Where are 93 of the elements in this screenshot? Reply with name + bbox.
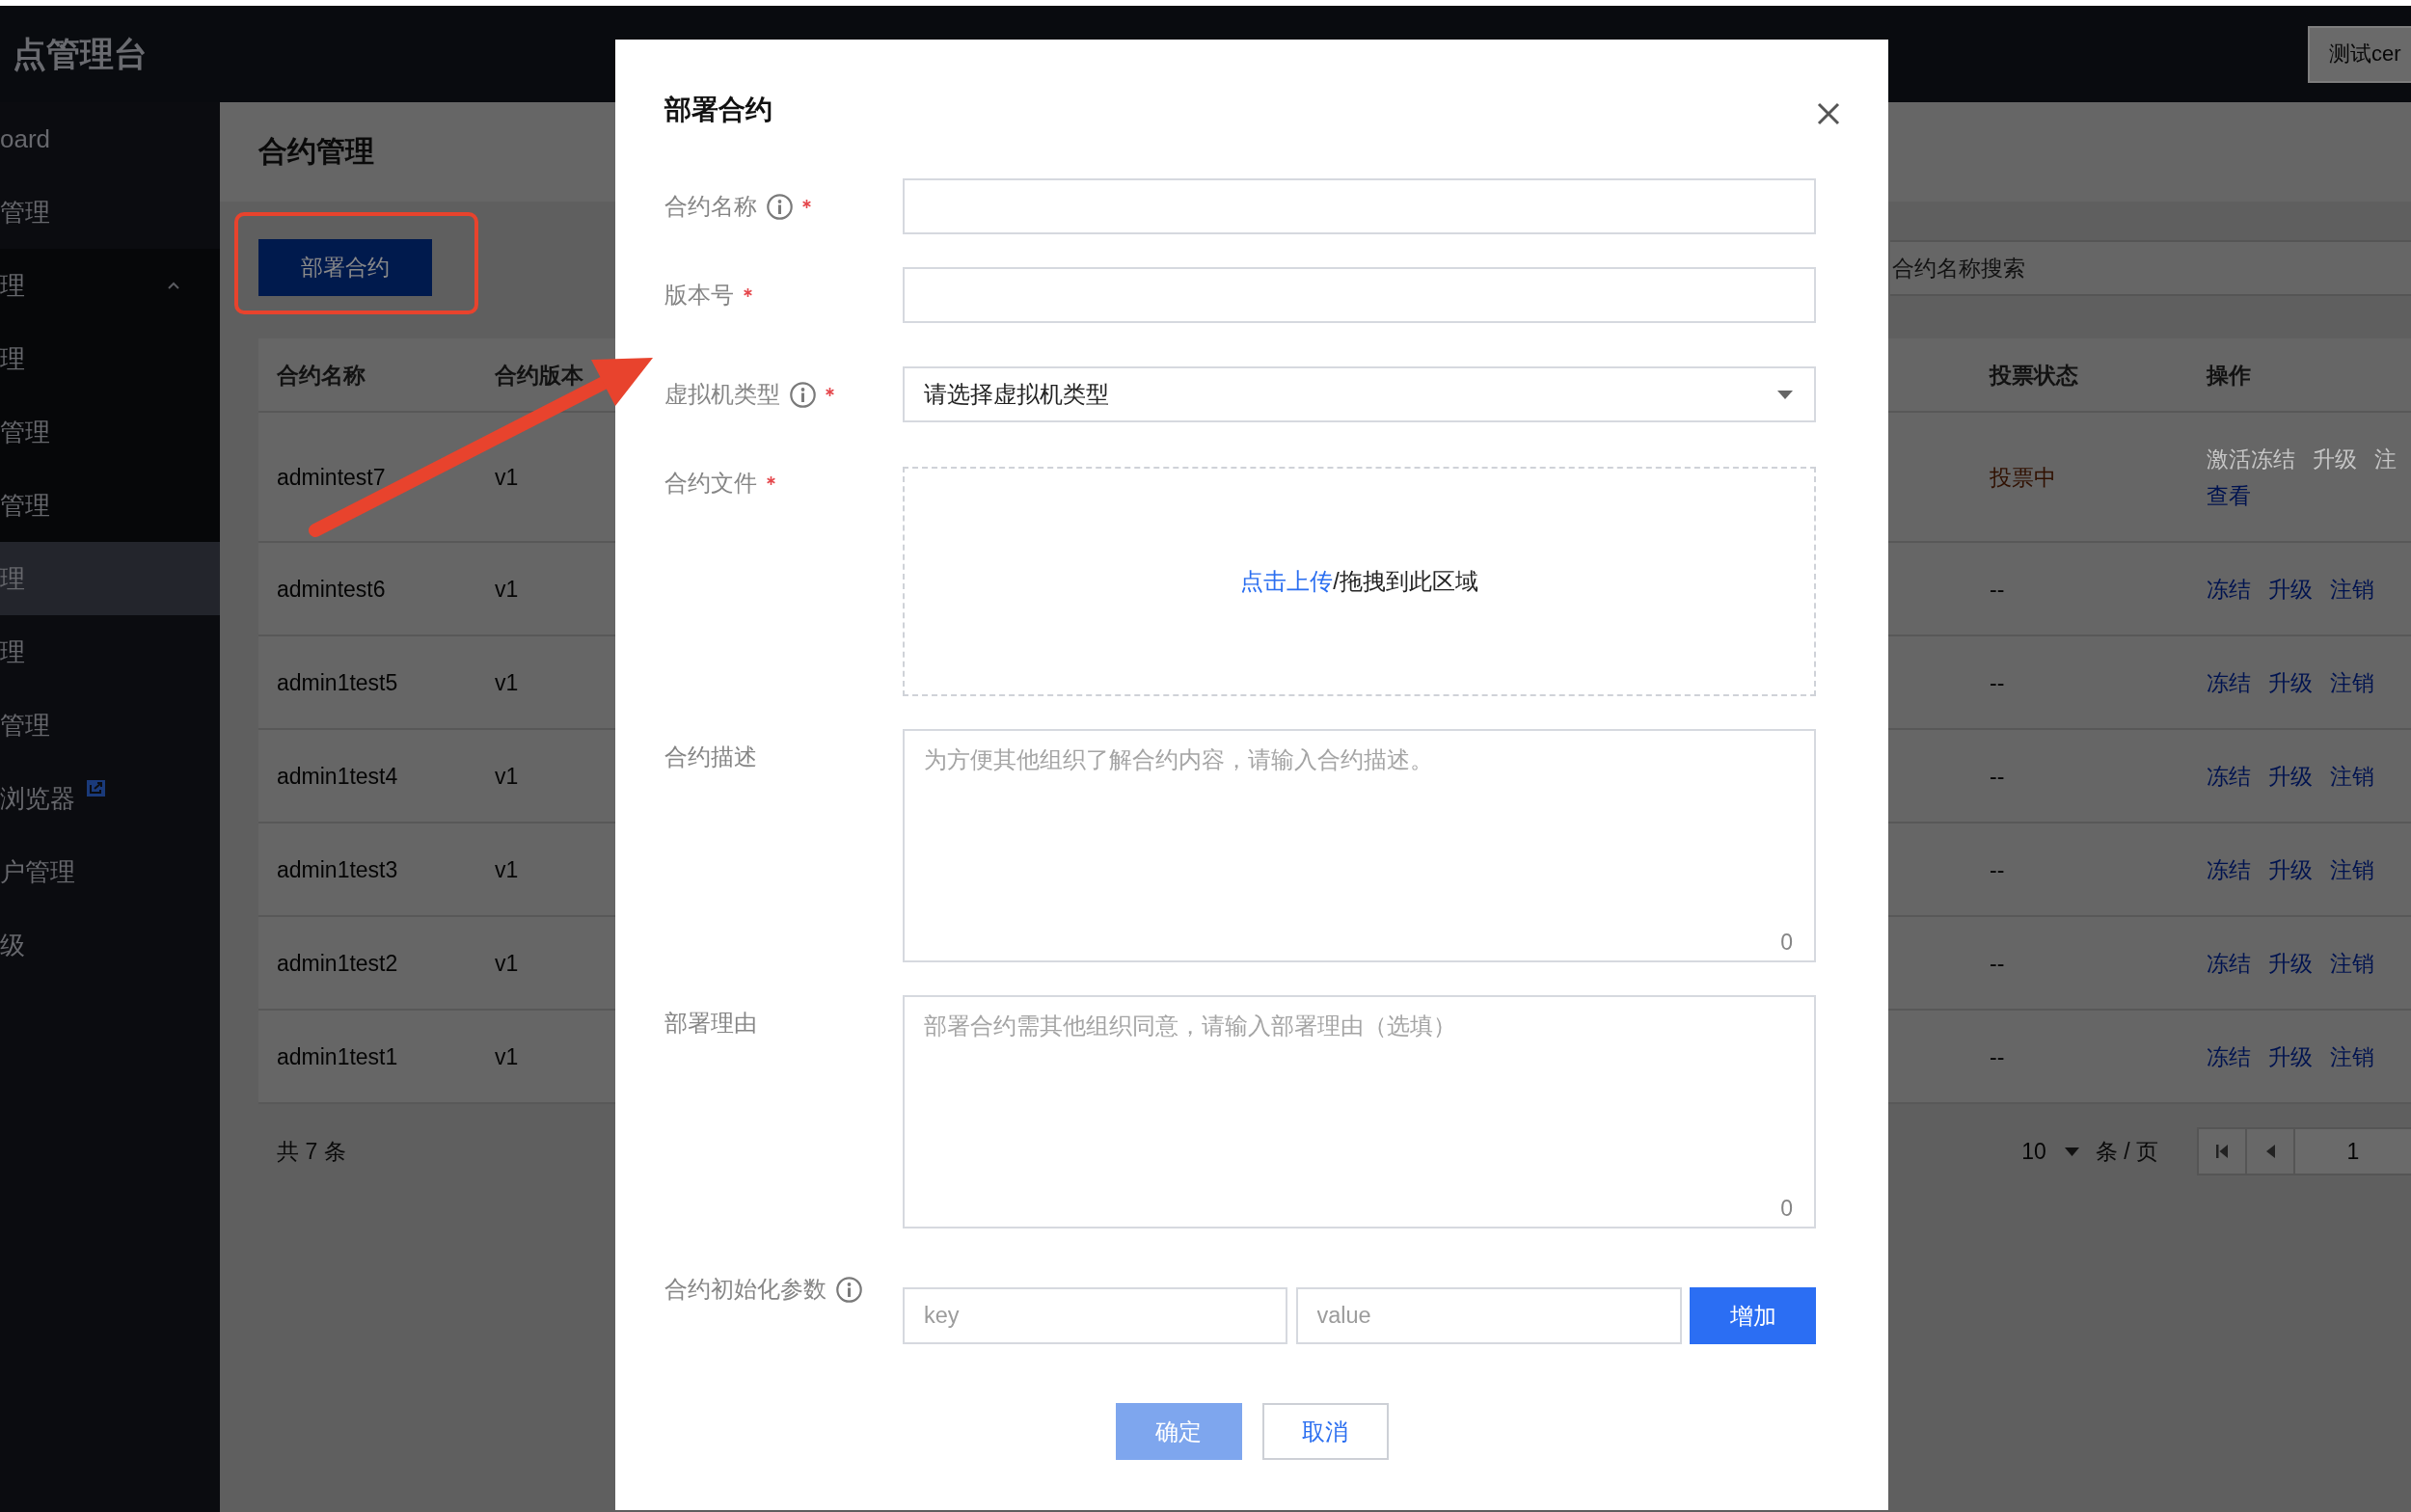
sidebar-item[interactable]: 理 bbox=[0, 615, 220, 688]
table-cell: admin1test1 bbox=[277, 1043, 398, 1069]
table-cell: v1 bbox=[495, 464, 519, 490]
action-link[interactable]: 注销 bbox=[2330, 1038, 2374, 1075]
action-link[interactable]: 注销 bbox=[2330, 944, 2374, 982]
field-label: 合约文件 bbox=[664, 470, 757, 498]
add-button[interactable]: 增加 bbox=[1690, 1287, 1816, 1344]
upload-link[interactable]: 点击上传 bbox=[1240, 569, 1334, 594]
action-link[interactable]: 冻结 bbox=[2207, 1038, 2251, 1075]
action-link[interactable]: 升级 bbox=[2268, 850, 2313, 888]
deploy-button[interactable]: 部署合约 bbox=[258, 239, 432, 296]
field-label: 版本号 bbox=[664, 282, 734, 310]
previous-page-icon bbox=[2265, 1145, 2275, 1158]
sidebar-item[interactable]: 理 bbox=[0, 249, 220, 322]
sidebar-item[interactable]: oard bbox=[0, 102, 220, 176]
action-link[interactable]: 冻结 bbox=[2207, 570, 2251, 608]
previous-page-button[interactable] bbox=[2245, 1127, 2293, 1175]
vote-status: 投票中 bbox=[1990, 464, 2056, 490]
sidebar-subitem[interactable]: 理 bbox=[0, 322, 220, 395]
close-button[interactable] bbox=[1817, 102, 1840, 125]
field-label: 合约初始化参数 bbox=[664, 1276, 826, 1304]
vote-status: -- bbox=[1990, 856, 2005, 882]
sidebar-subitem[interactable]: 管理 bbox=[0, 395, 220, 469]
table-cell: v1 bbox=[495, 669, 519, 695]
field-label: 合约名称 bbox=[664, 193, 757, 221]
column-header: 合约名称 bbox=[277, 362, 366, 388]
table-cell: admintest7 bbox=[277, 464, 386, 490]
vote-status: -- bbox=[1990, 1043, 2005, 1069]
app-title: 点管理台 bbox=[13, 33, 148, 74]
close-icon bbox=[1817, 102, 1840, 125]
action-link[interactable]: 升级 bbox=[2268, 944, 2313, 982]
caret-icon bbox=[2064, 1147, 2079, 1156]
action-link[interactable]: 注销 bbox=[2330, 663, 2374, 701]
account-button[interactable]: 测试cer bbox=[2308, 25, 2411, 83]
action-link[interactable]: 冻结 bbox=[2207, 663, 2251, 701]
upload-hint: 点击上传/拖拽到此区域 bbox=[1240, 568, 1478, 596]
field-label: 合约描述 bbox=[664, 743, 757, 771]
key-field[interactable]: key bbox=[903, 1287, 1287, 1344]
table-cell: admin1test2 bbox=[277, 950, 398, 976]
cancel-button[interactable]: 取消 bbox=[1261, 1403, 1389, 1460]
vote-status: -- bbox=[1990, 950, 2005, 976]
sidebar-item[interactable]: 户管理 bbox=[0, 835, 220, 908]
action-link[interactable]: 冻结 bbox=[2207, 757, 2251, 795]
first-page-icon bbox=[2216, 1145, 2228, 1158]
column-header: 投票状态 bbox=[1990, 362, 2078, 388]
sidebar-item[interactable]: 级 bbox=[0, 908, 220, 982]
table-cell: admin1test5 bbox=[277, 669, 398, 695]
action-link[interactable]: 注销 bbox=[2330, 570, 2374, 608]
page-size-select[interactable]: 10 bbox=[2021, 1138, 2079, 1165]
select-field[interactable]: 请选择虚拟机类型 bbox=[903, 366, 1816, 422]
table-cell: admintest6 bbox=[277, 576, 386, 602]
field-label: 虚拟机类型 bbox=[664, 381, 780, 409]
sidebar-subitem[interactable]: 管理 bbox=[0, 469, 220, 542]
character-count: 0 bbox=[1780, 1196, 1793, 1221]
text-field[interactable] bbox=[903, 267, 1816, 323]
character-count: 0 bbox=[1780, 930, 1793, 955]
column-header: 操作 bbox=[2207, 362, 2251, 388]
sidebar-item[interactable]: 浏览器 bbox=[0, 762, 220, 835]
text-field[interactable] bbox=[903, 178, 1816, 234]
caret-icon bbox=[1777, 390, 1793, 399]
table-cell: admin1test3 bbox=[277, 856, 398, 882]
table-cell: v1 bbox=[495, 1043, 519, 1069]
value-field[interactable]: value bbox=[1295, 1287, 1682, 1344]
first-page-button[interactable] bbox=[2197, 1127, 2245, 1175]
page-title: 合约管理 bbox=[258, 134, 374, 169]
upload-area[interactable]: 点击上传/拖拽到此区域 bbox=[903, 467, 1816, 696]
dialog-title: 部署合约 bbox=[664, 94, 772, 125]
table-cell: v1 bbox=[495, 950, 519, 976]
action-link[interactable]: 升级 bbox=[2268, 570, 2313, 608]
column-header: 合约版本 bbox=[495, 362, 583, 388]
action-link[interactable]: 冻结 bbox=[2207, 850, 2251, 888]
vote-status: -- bbox=[1990, 669, 2005, 695]
sidebar-item[interactable]: 理 bbox=[0, 542, 220, 615]
table-cell: v1 bbox=[495, 856, 519, 882]
field-label: 部署理由 bbox=[664, 1010, 757, 1038]
page-size-unit: 条 / 页 bbox=[2095, 1137, 2158, 1166]
table-cell: admin1test4 bbox=[277, 763, 398, 789]
table-cell: v1 bbox=[495, 576, 519, 602]
action-link[interactable]: 升级 bbox=[2268, 757, 2313, 795]
action-link[interactable]: 查看 bbox=[2207, 476, 2251, 514]
action-link[interactable]: 注销 bbox=[2330, 850, 2374, 888]
page-input[interactable]: 1 bbox=[2293, 1127, 2411, 1175]
action-link[interactable]: 升级 bbox=[2268, 1038, 2313, 1075]
sidebar-item[interactable]: 管理 bbox=[0, 688, 220, 762]
search-field[interactable]: 合约名称搜索 bbox=[1890, 240, 2411, 296]
vote-status: -- bbox=[1990, 576, 2005, 602]
action-link[interactable]: 冻结 bbox=[2207, 944, 2251, 982]
table-cell: v1 bbox=[495, 763, 519, 789]
vote-status: -- bbox=[1990, 763, 2005, 789]
action-link[interactable]: 注销 bbox=[2330, 757, 2374, 795]
total-count: 共 7 条 bbox=[277, 1137, 346, 1166]
sidebar-item[interactable]: 管理 bbox=[0, 176, 220, 249]
action-link[interactable]: 升级 bbox=[2268, 663, 2313, 701]
